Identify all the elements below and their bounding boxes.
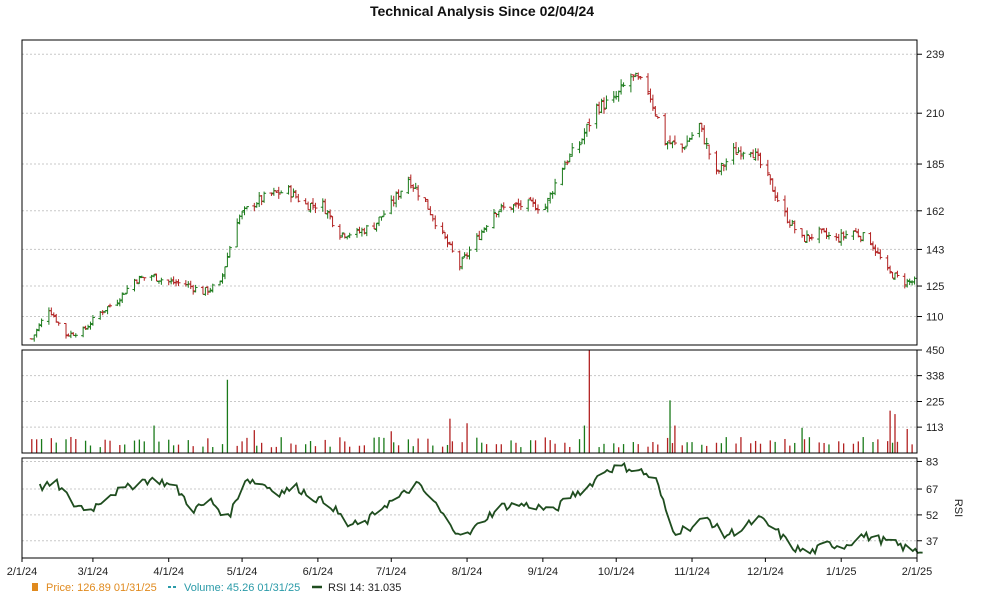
rsi-panel-frame — [21, 457, 918, 559]
x-tick-label: 7/1/24 — [376, 566, 407, 578]
y-tick-label: 185 — [926, 159, 944, 171]
x-tick-label: 2/1/25 — [902, 566, 933, 578]
x-tick-label: 10/1/24 — [598, 566, 635, 578]
price-axis-ticks: 110 125 143 162 185 210 239 — [917, 49, 944, 324]
x-tick-label: 1/1/25 — [826, 566, 857, 578]
y-tick-label: 239 — [926, 49, 944, 61]
x-tick-label: 2/1/24 — [7, 566, 38, 578]
chart-legend: Price: 126.89 01/31/25 Volume: 45.26 01/3… — [32, 582, 401, 594]
technical-analysis-chart: Technical Analysis Since 02/04/24 110 125… — [7, 3, 964, 594]
rsi-axis-label: RSI — [952, 499, 964, 517]
y-tick-label: 113 — [926, 422, 944, 434]
legend-price-swatch — [32, 583, 38, 591]
y-tick-label: 210 — [926, 108, 944, 120]
date-axis-ticks: 2/1/24 3/1/24 4/1/24 5/1/24 6/1/24 7/1/24 8/1/… — [7, 558, 933, 578]
rsi-axis-ticks: 37 52 67 83 — [917, 456, 938, 548]
volume-axis-ticks: 113 225 338 450 — [917, 345, 944, 434]
rsi-panel-grid — [22, 460, 917, 542]
y-tick-label: 143 — [926, 244, 944, 256]
y-tick-label: 67 — [926, 484, 938, 496]
y-tick-label: 225 — [926, 397, 944, 409]
x-tick-label: 3/1/24 — [78, 566, 109, 578]
volume-panel-grid — [22, 349, 917, 428]
x-tick-label: 5/1/24 — [227, 566, 258, 578]
y-tick-label: 338 — [926, 371, 944, 383]
x-tick-label: 6/1/24 — [303, 566, 334, 578]
price-panel-frame — [21, 39, 918, 346]
y-tick-label: 125 — [926, 281, 944, 293]
x-tick-label: 8/1/24 — [452, 566, 483, 578]
y-tick-label: 110 — [926, 312, 944, 324]
y-tick-label: 83 — [926, 456, 938, 468]
legend-price-label: Price: 126.89 01/31/25 — [46, 582, 157, 594]
legend-rsi-label: RSI 14: 31.035 — [328, 582, 401, 594]
legend-volume-label: Volume: 45.26 01/31/25 — [184, 582, 300, 594]
y-tick-label: 52 — [926, 510, 938, 522]
y-tick-label: 37 — [926, 536, 938, 548]
x-tick-label: 4/1/24 — [153, 566, 184, 578]
y-tick-label: 162 — [926, 206, 944, 218]
y-tick-label: 450 — [926, 345, 944, 357]
x-tick-label: 9/1/24 — [528, 566, 559, 578]
rsi-line — [38, 461, 923, 556]
x-tick-label: 12/1/24 — [747, 566, 784, 578]
chart-title: Technical Analysis Since 02/04/24 — [370, 3, 594, 19]
x-tick-label: 11/1/24 — [674, 566, 710, 578]
